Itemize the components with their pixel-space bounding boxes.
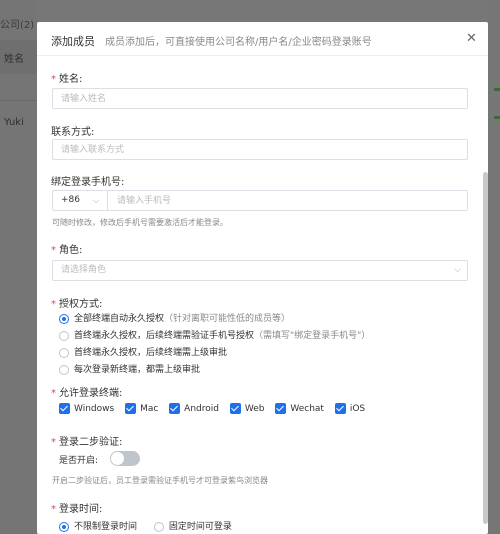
two-step-label: * 登录二步验证: [51,437,123,448]
radio[interactable] [59,330,69,341]
phone-input[interactable] [109,191,467,210]
background-right-panel [488,0,500,534]
status-indicator [494,116,500,119]
contact-label: 联系方式: [51,127,95,138]
toggle-label: 是否开启: [59,456,99,466]
checkbox-windows[interactable]: Windows [59,403,114,414]
column-header-name: 姓名 [4,54,24,65]
radio[interactable] [59,364,69,375]
auth-option[interactable]: 每次登录新终端，都需上级审批 [59,362,200,375]
phone-hint: 可随时修改，修改后手机号需要激活后才能登录。 [52,218,228,227]
background-table [0,0,37,534]
dialog-subtitle: 成员添加后，可直接使用公司名称/用户名/企业密码登录账号 [105,37,372,48]
role-select[interactable]: 请选择角色 ⌵ [52,260,468,281]
login-time-options: 不限制登录时间 固定时间可登录 [59,519,246,532]
two-step-hint: 开启二步验证后，员工登录需验证手机号才可登录紫鸟浏览器 [52,476,268,485]
chevron-down-icon: ⌵ [93,196,100,205]
auth-option[interactable]: 首终端永久授权，后续终端需上级审批 [59,345,227,358]
terminal-checkboxes: Windows Mac Android Web Wechat iOS [59,403,373,414]
checkbox-android[interactable]: Android [169,403,219,414]
login-time-label: * 登录时间: [51,504,103,515]
add-member-dialog: 添加成员 成员添加后，可直接使用公司名称/用户名/企业密码登录账号 ✕ * 姓名:… [37,22,488,534]
close-icon[interactable]: ✕ [466,31,477,46]
checkbox-wechat[interactable]: Wechat [275,403,324,414]
dialog-header: 添加成员 成员添加后，可直接使用公司名称/用户名/企业密码登录账号 ✕ [37,22,488,56]
role-label: * 角色: [51,245,83,256]
name-input[interactable] [52,88,468,109]
terminals-label: * 允许登录终端: [51,388,123,399]
scrollbar[interactable] [483,172,488,524]
checkbox-ios[interactable]: iOS [334,403,365,414]
status-indicator [494,88,500,91]
radio[interactable] [59,347,69,358]
two-step-toggle[interactable] [110,451,140,466]
phone-field: +86 ⌵ [52,190,468,211]
radio-selected[interactable] [59,313,69,324]
chevron-down-icon: ⌵ [454,265,461,275]
dialog-title: 添加成员 [51,35,95,48]
table-row-name: Yuki [4,117,24,128]
phone-label: 绑定登录手机号: [51,177,125,188]
auth-option[interactable]: 全部终端自动永久授权（针对离职可能性低的成员等） [59,311,290,324]
name-label: * 姓名: [51,74,83,85]
checkbox-mac[interactable]: Mac [125,403,158,414]
company-label: 公司(2) [0,20,35,31]
auth-label: * 授权方式: [51,299,103,310]
checkbox-web[interactable]: Web [229,403,264,414]
contact-input[interactable] [52,139,468,160]
auth-option[interactable]: 首终端永久授权，后续终端需验证手机号授权（需填写"绑定登录手机号"） [59,328,370,341]
radio-unlimited-time[interactable]: 不限制登录时间 [59,519,137,532]
radio-fixed-time[interactable]: 固定时间可登录 [153,519,232,532]
row-divider [0,100,37,101]
country-code-select[interactable]: +86 ⌵ [53,191,108,210]
